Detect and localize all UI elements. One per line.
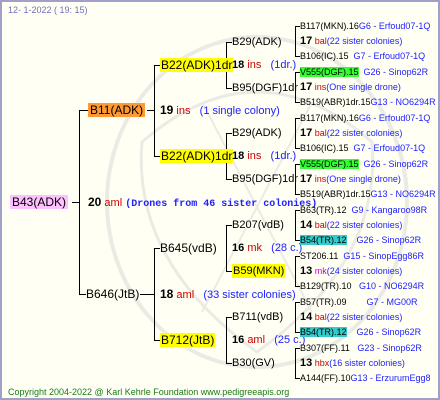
leaf-row[interactable]: B54(TR).12 G26 - Sinop62R: [300, 233, 421, 247]
leaf-row[interactable]: V555(DGF).15 G26 - Sinop62R: [300, 157, 428, 171]
grandparent-queen-3[interactable]: B645(vdB): [160, 241, 217, 255]
parent-queen-bottom[interactable]: B646(JtB): [86, 287, 139, 301]
footer-copyright: Copyright 2004-2022 @ Karl Kehrle Founda…: [8, 387, 290, 397]
ancestor-queen-3[interactable]: B29(ADK): [232, 126, 282, 140]
leaf-mating: 17 bal(22 sister colonies): [300, 127, 403, 139]
leaf-row[interactable]: V555(DGF).15 G26 - Sinop62R: [300, 65, 428, 79]
leaf-row[interactable]: B117(MKN).16G6 - Erfoud07-1Q: [300, 111, 430, 125]
leaf-mating: 17 ins(One single drone): [300, 173, 401, 185]
leaf-row[interactable]: ST206.11 G15 - SinopEgg86R: [300, 249, 424, 263]
root-queen[interactable]: B43(ADK): [10, 195, 69, 209]
leaf-row[interactable]: B57(TR).09 G7 - MG00R: [300, 295, 418, 309]
leaf-mating: 17 ins(One single drone): [300, 81, 401, 93]
leaf-row[interactable]: B106(IC).15 G7 - Erfoud07-1Q: [300, 49, 425, 63]
grandparent-queen-2[interactable]: B22(ADK)1dr: [160, 149, 234, 163]
leaf-row[interactable]: B519(ABR)1dr.15G13 - NO6294R: [300, 95, 436, 109]
parent-queen-top[interactable]: B11(ADK): [88, 103, 146, 117]
ancestor-queen-6[interactable]: B59(MKN): [232, 264, 286, 278]
root-mating: 20 aml (Drones from 46 sister colonies): [88, 195, 318, 210]
leaf-row[interactable]: B307(FF).11 G23 - Sinop62R: [300, 341, 422, 355]
print-date: 12- 1-2022 ( 19: 15): [8, 5, 88, 15]
leaf-row[interactable]: B129(TR).10 G10 - NO6294R: [300, 279, 424, 293]
leaf-mating: 14 bal(22 sister colonies): [300, 219, 403, 231]
leaf-row[interactable]: B117(MKN).16G6 - Erfoud07-1Q: [300, 19, 430, 33]
ancestor-queen-2[interactable]: B95(DGF)1dr: [232, 81, 298, 95]
grandparent-queen-4[interactable]: B712(JtB): [160, 333, 216, 347]
grandparent-queen-1[interactable]: B22(ADK)1dr: [160, 58, 234, 72]
grandparent-4-mating: 16 aml (25 c.): [232, 334, 306, 346]
parent-bottom-mating: 18 aml (33 sister colonies): [160, 287, 296, 301]
ancestor-queen-5[interactable]: B207(vdB): [232, 218, 284, 232]
leaf-mating: 13 hbx(16 sister colonies): [300, 357, 405, 369]
ancestor-queen-4[interactable]: B95(DGF)1dr: [232, 172, 298, 186]
pedigree-page: 12- 1-2022 ( 19: 15) B43(ADK) 20 aml (Dr…: [0, 0, 440, 400]
leaf-mating: 17 bal(22 sister colonies): [300, 35, 403, 47]
leaf-row[interactable]: A144(FF).10G13 - ErzurumEgg8: [300, 371, 431, 385]
ancestor-queen-8[interactable]: B30(GV): [232, 356, 275, 370]
leaf-mating: 14 bal(22 sister colonies): [300, 311, 403, 323]
leaf-row[interactable]: B54(TR).12 G26 - Sinop62R: [300, 325, 421, 339]
leaf-row[interactable]: B106(IC).15 G7 - Erfoud07-1Q: [300, 141, 425, 155]
ancestor-queen-1[interactable]: B29(ADK): [232, 35, 282, 49]
leaf-row[interactable]: B519(ABR)1dr.15G13 - NO6294R: [300, 187, 436, 201]
grandparent-3-mating: 16 mk (28 c.): [232, 242, 303, 254]
leaf-mating: 13 mk(24 sister colonies): [300, 265, 403, 277]
grandparent-2-mating: 18 ins (1dr.): [232, 150, 297, 162]
ancestor-queen-7[interactable]: B711(vdB): [232, 310, 283, 324]
leaf-row[interactable]: B63(TR).12 G9 - Kangaroo98R: [300, 203, 427, 217]
parent-top-mating: 19 ins (1 single colony): [160, 103, 280, 117]
grandparent-1-mating: 18 ins (1dr.): [232, 59, 297, 71]
